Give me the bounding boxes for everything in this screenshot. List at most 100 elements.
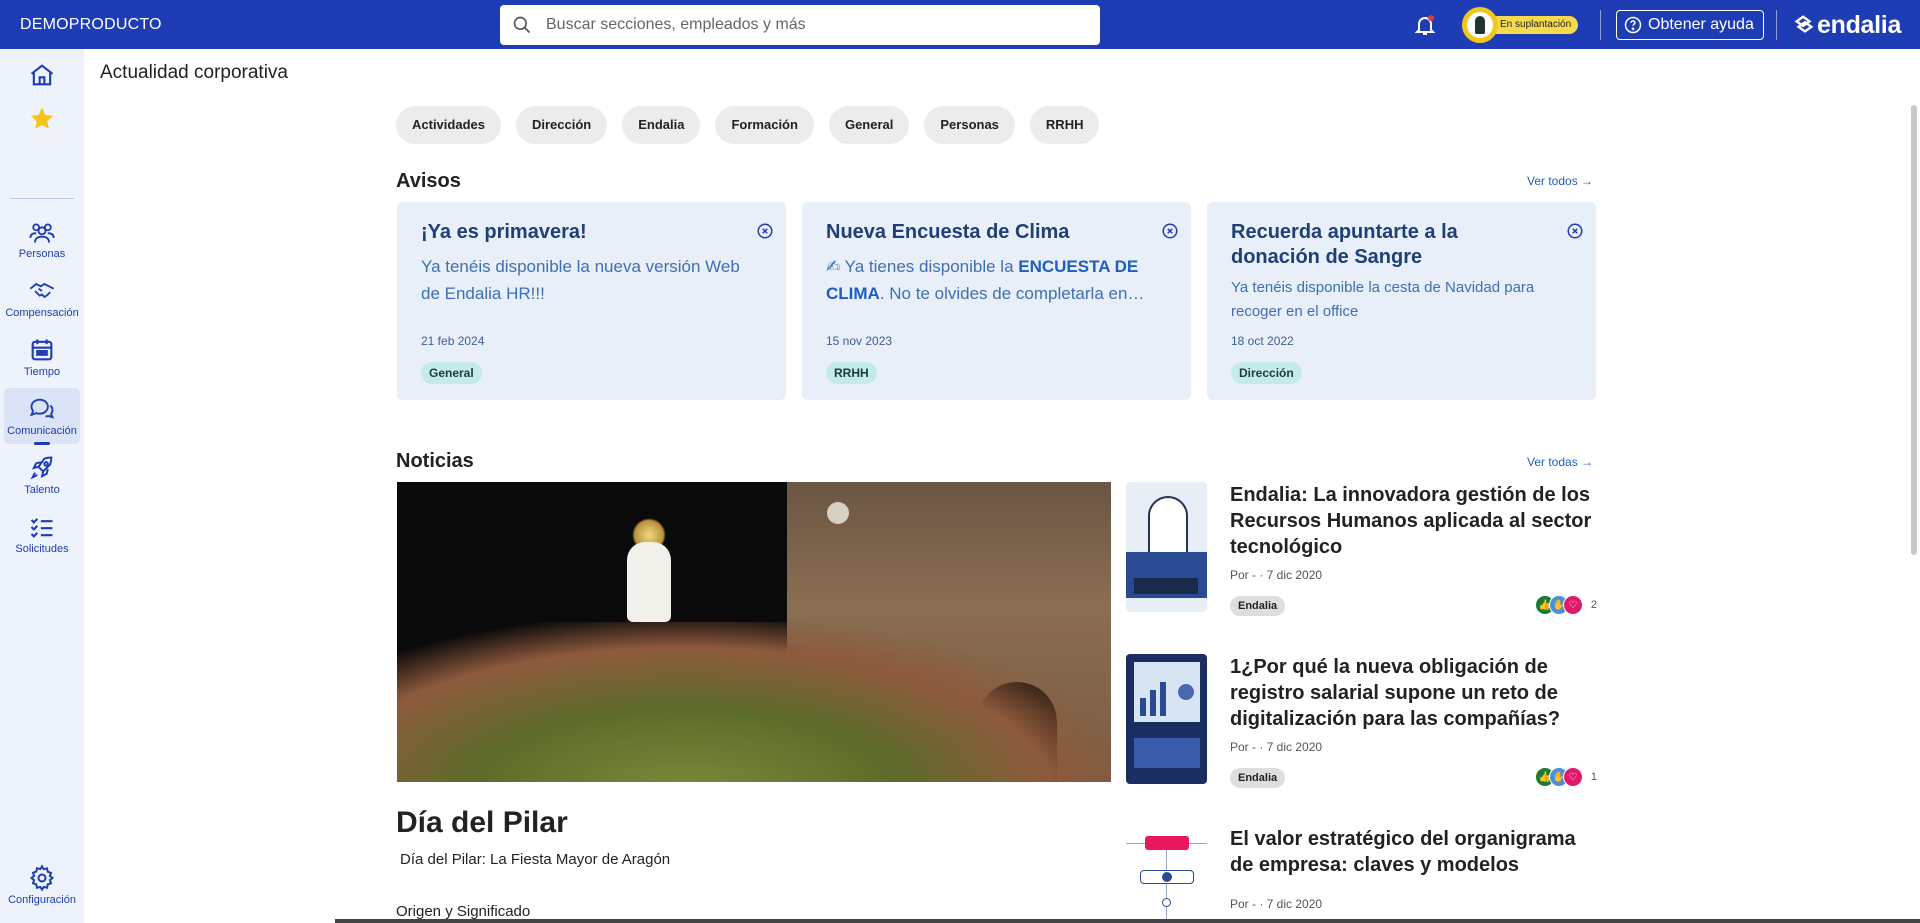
news-thumbnail[interactable] [1126,482,1207,612]
chip-direccion[interactable]: Dirección [515,106,608,144]
close-icon[interactable] [756,222,774,240]
close-icon[interactable] [1161,222,1179,240]
horizontal-scrollbar[interactable] [335,919,1920,923]
sidebar-item-label: Solicitudes [15,543,69,555]
sidebar-item-configuracion[interactable]: Configuración [4,857,80,913]
page-title: Actualidad corporativa [100,62,288,83]
checklist-icon [30,518,53,538]
aviso-body-prefix: Ya tienes disponible la [844,257,1019,276]
people-icon [29,223,55,243]
help-label: Obtener ayuda [1648,16,1754,33]
gear-icon [29,864,55,892]
search-icon [513,16,531,34]
sidebar-item-label: Compensación [5,307,79,319]
aviso-body-suffix: . No te olvides de completarla en… [879,284,1145,303]
sidebar-item-label: Talento [24,484,60,496]
avatar[interactable] [1462,7,1498,43]
chip-rrhh[interactable]: RRHH [1029,106,1100,144]
home-icon [30,64,54,86]
sidebar-item-label: Tiempo [23,366,61,378]
featured-news-title[interactable]: Día del Pilar [396,806,568,840]
close-icon[interactable] [1566,222,1584,240]
logo-text: endalia [1817,10,1902,39]
avisos-title: Avisos [396,170,461,192]
aviso-tag: General [421,362,482,384]
aviso-card[interactable]: Nueva Encuesta de Clima ✍ Ya tienes disp… [802,202,1191,400]
news-meta: Por - · 7 dic 2020 [1230,740,1323,754]
calendar-icon [31,339,53,361]
heart-reaction-icon: ♡ [1562,767,1583,787]
news-title[interactable]: El valor estratégico del organigrama de … [1230,826,1600,878]
endalia-logo-icon [1794,15,1814,33]
news-tag: Endalia [1230,768,1286,788]
sidebar-item-tiempo[interactable]: Tiempo [4,329,80,385]
endalia-logo[interactable]: endalia [1793,10,1901,40]
help-button[interactable]: Obtener ayuda [1616,10,1764,40]
handshake-icon [29,282,55,298]
aviso-card[interactable]: ¡Ya es primavera! Ya tenéis disponible l… [397,202,786,400]
category-filter: Actividades Dirección Endalia Formación … [396,106,1100,144]
sidebar-item-personas[interactable]: Personas [4,211,80,267]
sidebar-item-favorites[interactable] [4,97,80,143]
star-icon [30,107,54,129]
aviso-date: 18 oct 2022 [1231,334,1294,348]
aviso-tag: Dirección [1231,362,1302,384]
news-meta: Por - · 7 dic 2020 [1230,568,1323,582]
chip-endalia[interactable]: Endalia [622,106,701,144]
news-list-item[interactable]: El valor estratégico del organigrama de … [1126,826,1597,923]
help-icon [1624,16,1642,34]
sidebar-item-home[interactable] [4,55,80,97]
news-thumbnail[interactable] [1126,826,1207,923]
news-meta: Por - · 7 dic 2020 [1230,897,1323,911]
reactions[interactable]: 👍 ✋ ♡ 1 [1534,767,1597,787]
impersonation-badge: En suplantación [1492,16,1579,34]
divider [1600,10,1601,40]
aviso-body: Ya tenéis disponible la nueva versión We… [421,257,740,303]
sidebar-item-label: Personas [18,248,66,260]
chip-personas[interactable]: Personas [924,106,1015,144]
featured-news-subtitle: Día del Pilar: La Fiesta Mayor de Aragón [400,851,671,868]
aviso-body: Ya tenéis disponible la cesta de Navidad… [1231,279,1535,320]
featured-news-section: Origen y Significado [396,903,531,920]
reaction-count: 2 [1590,599,1597,611]
aviso-date: 15 nov 2023 [826,334,893,348]
divider [1776,10,1777,40]
aviso-title: Recuerda apuntarte a la donación de Sang… [1231,221,1458,268]
aviso-card[interactable]: Recuerda apuntarte a la donación de Sang… [1207,202,1596,400]
chip-general[interactable]: General [828,106,910,144]
chat-icon [29,398,55,419]
aviso-title: Nueva Encuesta de Clima [826,221,1070,243]
vertical-scrollbar[interactable] [1911,105,1917,555]
reaction-count: 1 [1590,771,1597,783]
user-menu[interactable]: En suplantación [1462,7,1579,43]
featured-news-image[interactable] [397,482,1111,782]
news-list-item[interactable]: Endalia: La innovadora gestión de los Re… [1126,482,1597,622]
chip-formacion[interactable]: Formación [715,106,814,144]
noticias-see-all-link[interactable]: Ver todas → [1527,455,1593,469]
sidebar-separator [10,198,74,199]
aviso-body: ✍ Ya tienes disponible la ENCUESTA DE CL… [826,253,1167,309]
sidebar-item-label: Comunicación [7,425,77,437]
sidebar-item-comunicacion[interactable]: Comunicación [4,388,80,445]
noticias-title: Noticias [396,450,474,472]
search-box[interactable] [500,5,1100,45]
aviso-title: ¡Ya es primavera! [421,221,587,243]
bell-icon[interactable] [1413,13,1437,37]
sidebar-item-solicitudes[interactable]: Solicitudes [4,506,80,562]
news-tag: Endalia [1230,596,1286,616]
avisos-see-all-link[interactable]: Ver todos → [1527,174,1593,188]
sidebar-item-talento[interactable]: Talento [4,447,80,503]
aviso-date: 21 feb 2024 [421,334,485,348]
news-thumbnail[interactable] [1126,654,1207,784]
sidebar: Personas Compensación Tiempo Comunicació… [0,49,84,923]
company-name[interactable]: DEMOPRODUCTO [20,0,162,49]
search-input[interactable] [546,16,1066,34]
news-list-item[interactable]: 1¿Por qué la nueva obligación de registr… [1126,654,1597,794]
news-title[interactable]: Endalia: La innovadora gestión de los Re… [1230,482,1600,560]
sidebar-item-compensacion[interactable]: Compensación [4,270,80,326]
aviso-tag: RRHH [826,362,877,384]
chip-actividades[interactable]: Actividades [396,106,501,144]
rocket-icon [30,456,53,480]
reactions[interactable]: 👍 ✋ ♡ 2 [1534,595,1597,615]
news-title[interactable]: 1¿Por qué la nueva obligación de registr… [1230,654,1600,732]
